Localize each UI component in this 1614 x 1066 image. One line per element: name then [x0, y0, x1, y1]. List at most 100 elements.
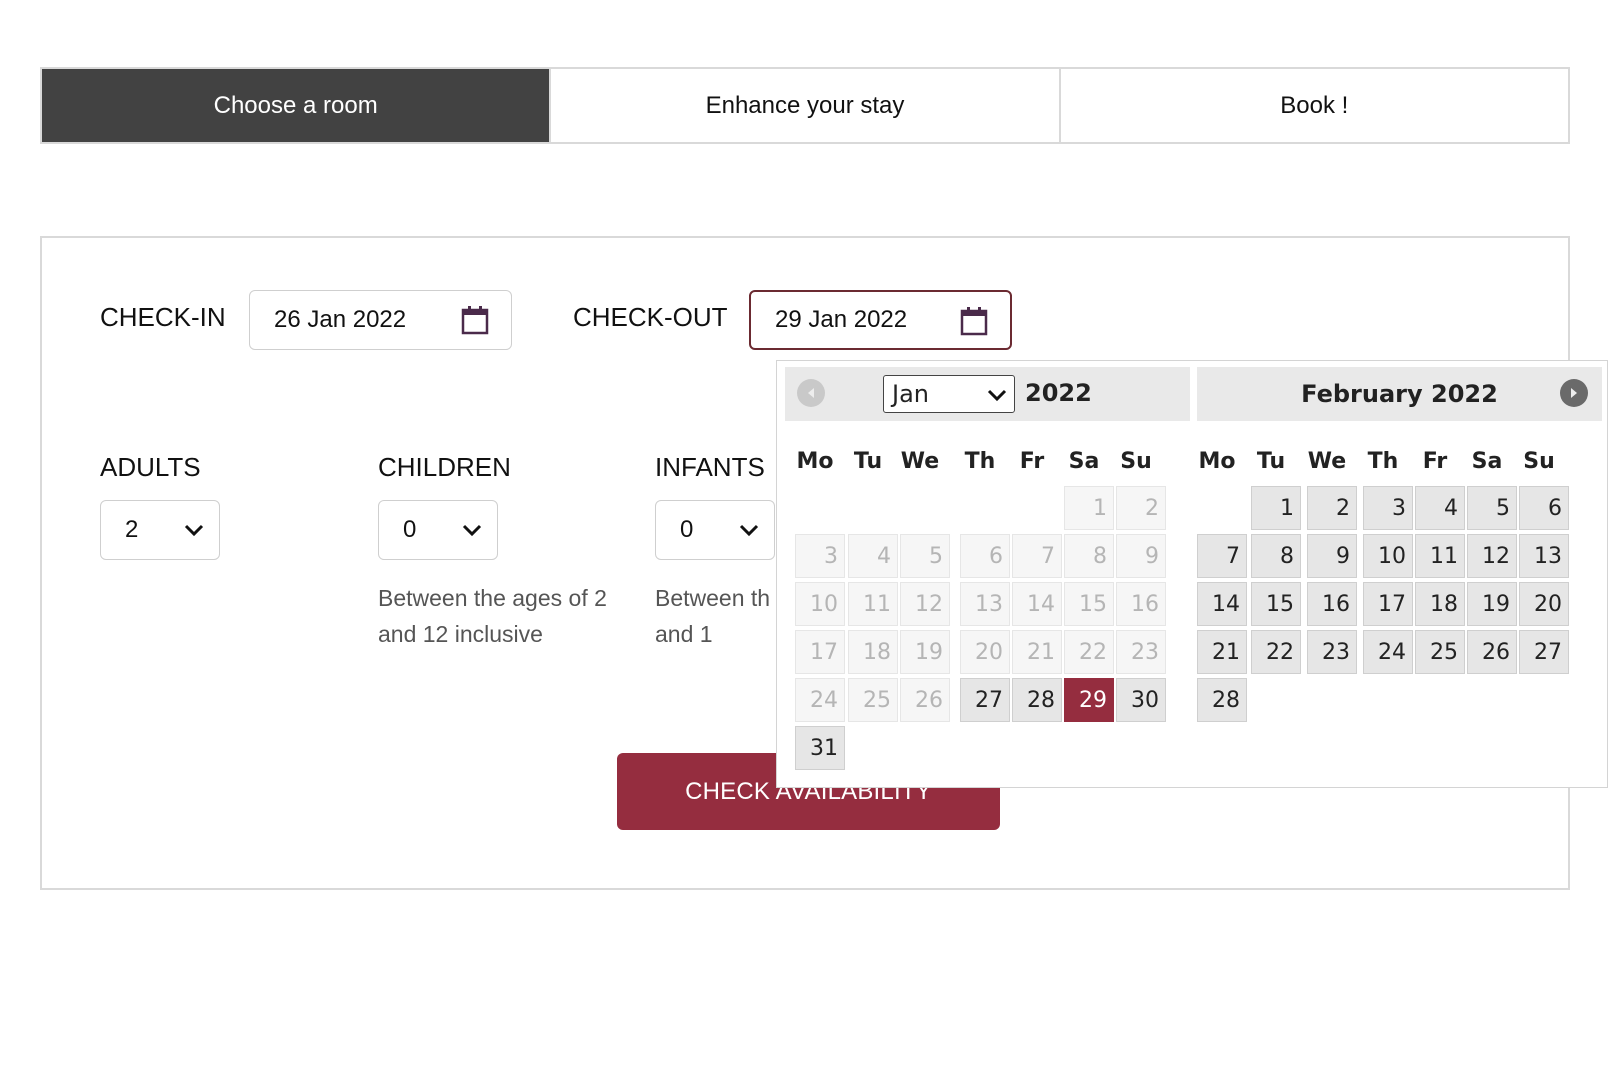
- day-cell[interactable]: 19: [1467, 582, 1517, 626]
- day-cell[interactable]: 16: [1307, 582, 1357, 626]
- datepicker-header-january: Jan 2022: [785, 367, 1190, 421]
- checkout-field[interactable]: 29 Jan 2022: [749, 290, 1012, 350]
- day-cell-disabled: 2: [1116, 486, 1166, 530]
- infants-label: INFANTS: [655, 452, 765, 482]
- weekday-header: Mo: [1198, 449, 1236, 474]
- day-cell[interactable]: 4: [1415, 486, 1465, 530]
- adults-select[interactable]: 2: [100, 500, 220, 560]
- chevron-left-icon: [808, 388, 814, 398]
- day-cell[interactable]: 12: [1467, 534, 1517, 578]
- day-cell-disabled: 16: [1116, 582, 1166, 626]
- day-cell-disabled: 4: [848, 534, 898, 578]
- day-cell-disabled: 21: [1012, 630, 1062, 674]
- day-cell[interactable]: 13: [1519, 534, 1569, 578]
- weekday-header: We: [900, 449, 940, 474]
- day-cell-disabled: 3: [795, 534, 845, 578]
- month-select-value: Jan: [892, 380, 929, 408]
- day-cell-disabled: 23: [1116, 630, 1166, 674]
- day-cell-disabled: 15: [1064, 582, 1114, 626]
- day-cell-disabled: 24: [795, 678, 845, 722]
- weekday-header: Mo: [796, 449, 834, 474]
- day-cell[interactable]: 14: [1197, 582, 1247, 626]
- weekday-header: Fr: [1422, 449, 1448, 474]
- day-cell[interactable]: 10: [1363, 534, 1413, 578]
- day-cell-disabled: 7: [1012, 534, 1062, 578]
- day-cell[interactable]: 18: [1415, 582, 1465, 626]
- day-cell[interactable]: 1: [1251, 486, 1301, 530]
- day-cell[interactable]: 30: [1116, 678, 1166, 722]
- day-cell[interactable]: 9: [1307, 534, 1357, 578]
- datepicker-header-february: February 2022: [1197, 367, 1602, 421]
- calendar-icon[interactable]: [461, 305, 489, 335]
- day-cell-disabled: 8: [1064, 534, 1114, 578]
- day-cell-disabled: 17: [795, 630, 845, 674]
- weekday-header: Tu: [1256, 449, 1286, 474]
- weekday-header: We: [1307, 449, 1347, 474]
- day-cell-disabled: 10: [795, 582, 845, 626]
- day-cell-disabled: 9: [1116, 534, 1166, 578]
- chevron-down-icon: [987, 389, 1007, 402]
- chevron-down-icon: [184, 524, 204, 537]
- day-cell-disabled: 26: [900, 678, 950, 722]
- day-cell[interactable]: 28: [1012, 678, 1062, 722]
- chevron-down-icon: [462, 524, 482, 537]
- day-cell[interactable]: 5: [1467, 486, 1517, 530]
- day-cell[interactable]: 11: [1415, 534, 1465, 578]
- step-enhance-stay[interactable]: Enhance your stay: [551, 69, 1061, 142]
- calendar-icon[interactable]: [960, 306, 988, 336]
- children-select[interactable]: 0: [378, 500, 498, 560]
- month-select[interactable]: Jan: [883, 375, 1015, 413]
- day-cell-disabled: 1: [1064, 486, 1114, 530]
- day-cell[interactable]: 26: [1467, 630, 1517, 674]
- day-cell[interactable]: 22: [1251, 630, 1301, 674]
- infants-value: 0: [680, 516, 694, 543]
- day-cell[interactable]: 15: [1251, 582, 1301, 626]
- children-help-line: and 12 inclusive: [378, 621, 543, 647]
- infants-help: Between th and 1: [655, 580, 770, 652]
- children-help-line: Between the ages of 2: [378, 585, 607, 611]
- children-help: Between the ages of 2 and 12 inclusive: [378, 580, 607, 652]
- day-cell[interactable]: 3: [1363, 486, 1413, 530]
- day-cell-disabled: 6: [960, 534, 1010, 578]
- day-cell-disabled: 22: [1064, 630, 1114, 674]
- prev-month-button[interactable]: [797, 379, 825, 407]
- day-cell[interactable]: 25: [1415, 630, 1465, 674]
- step-book[interactable]: Book !: [1060, 69, 1568, 142]
- day-cell[interactable]: 6: [1519, 486, 1569, 530]
- checkin-value: 26 Jan 2022: [274, 306, 407, 333]
- adults-value: 2: [125, 516, 139, 543]
- day-cell-disabled: 14: [1012, 582, 1062, 626]
- year-label: 2022: [1025, 379, 1092, 407]
- infants-select[interactable]: 0: [655, 500, 775, 560]
- chevron-down-icon: [739, 524, 759, 537]
- day-cell[interactable]: 23: [1307, 630, 1357, 674]
- day-cell[interactable]: 17: [1363, 582, 1413, 626]
- day-cell[interactable]: 24: [1363, 630, 1413, 674]
- day-cell[interactable]: 8: [1251, 534, 1301, 578]
- day-cell-selected[interactable]: 29: [1064, 678, 1114, 722]
- checkout-label: CHECK-OUT: [573, 302, 728, 332]
- booking-steps: Choose a room Enhance your stay Book !: [40, 67, 1570, 144]
- day-cell[interactable]: 20: [1519, 582, 1569, 626]
- day-cell-disabled: 19: [900, 630, 950, 674]
- next-month-button[interactable]: [1560, 379, 1588, 407]
- day-cell[interactable]: 27: [960, 678, 1010, 722]
- day-cell[interactable]: 31: [795, 726, 845, 770]
- day-cell[interactable]: 28: [1197, 678, 1247, 722]
- weekday-header: Fr: [1019, 449, 1045, 474]
- day-cell[interactable]: 2: [1307, 486, 1357, 530]
- day-cell[interactable]: 21: [1197, 630, 1247, 674]
- children-label: CHILDREN: [378, 452, 511, 482]
- step-choose-room[interactable]: Choose a room: [42, 69, 552, 142]
- checkin-label: CHECK-IN: [100, 302, 226, 332]
- weekday-header: Su: [1120, 449, 1152, 474]
- infants-help-line: Between th: [655, 585, 771, 611]
- day-cell[interactable]: 27: [1519, 630, 1569, 674]
- checkout-value: 29 Jan 2022: [775, 306, 908, 333]
- day-cell-disabled: 20: [960, 630, 1010, 674]
- weekday-header: Sa: [1068, 449, 1100, 474]
- day-cell[interactable]: 7: [1197, 534, 1247, 578]
- weekday-header: Th: [1367, 449, 1399, 474]
- weekday-header: Su: [1523, 449, 1555, 474]
- checkin-field[interactable]: 26 Jan 2022: [249, 290, 512, 350]
